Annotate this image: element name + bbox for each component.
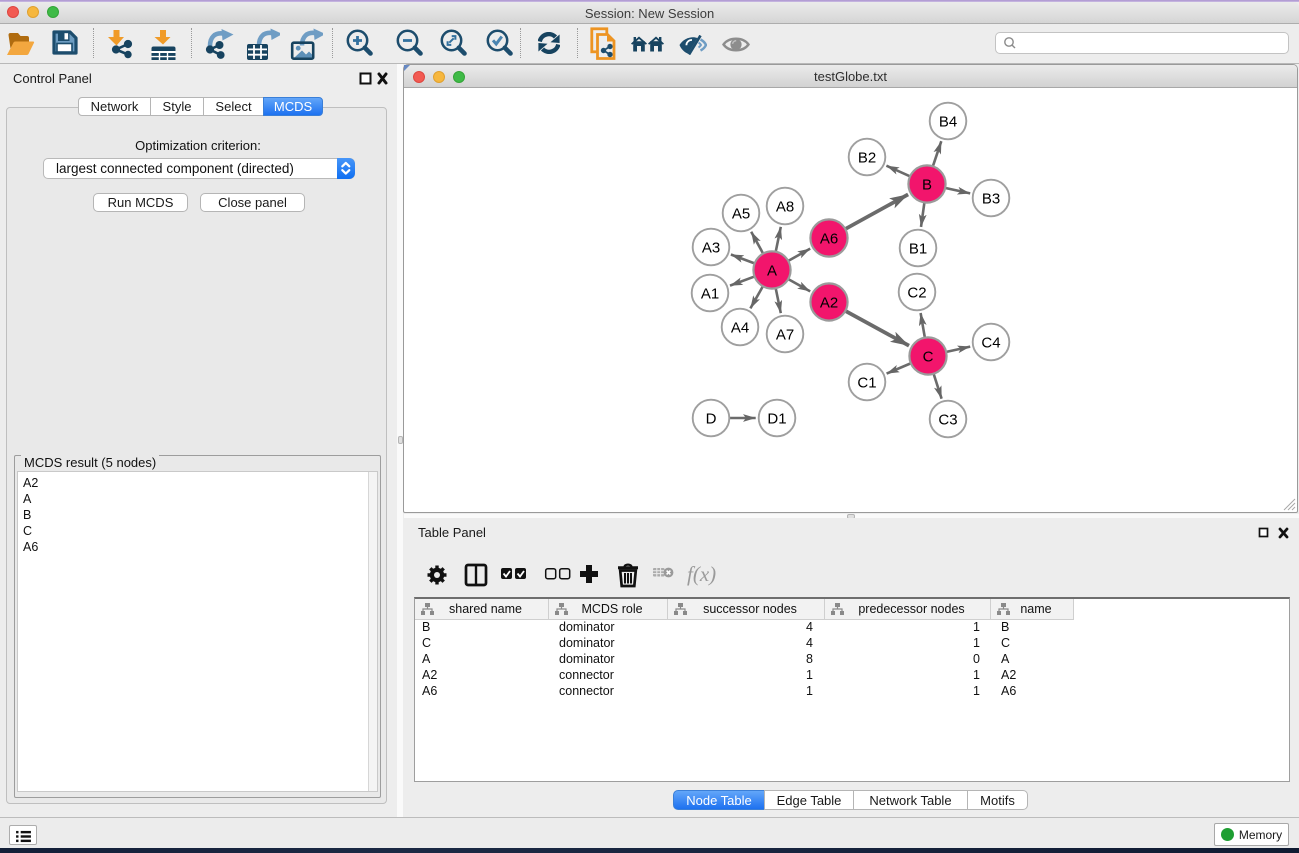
svg-text:A3: A3 — [702, 240, 720, 257]
svg-text:A4: A4 — [731, 320, 749, 337]
svg-text:D1: D1 — [767, 411, 786, 428]
svg-text:B: B — [922, 177, 932, 194]
svg-text:C3: C3 — [938, 412, 957, 429]
svg-text:A1: A1 — [701, 286, 719, 303]
svg-text:A7: A7 — [776, 327, 794, 344]
svg-text:A6: A6 — [820, 231, 838, 248]
svg-text:B2: B2 — [858, 150, 876, 167]
svg-text:A5: A5 — [732, 206, 750, 223]
svg-text:C4: C4 — [981, 335, 1000, 352]
svg-text:B3: B3 — [982, 191, 1000, 208]
svg-text:A2: A2 — [820, 295, 838, 312]
svg-text:B1: B1 — [909, 241, 927, 258]
svg-text:C2: C2 — [907, 285, 926, 302]
svg-text:C1: C1 — [857, 375, 876, 392]
svg-text:B4: B4 — [939, 114, 957, 131]
svg-text:D: D — [706, 411, 717, 428]
svg-text:C: C — [923, 349, 934, 366]
svg-text:f(x): f(x) — [687, 562, 716, 586]
svg-text:A8: A8 — [776, 199, 794, 216]
svg-text:A: A — [767, 263, 777, 280]
